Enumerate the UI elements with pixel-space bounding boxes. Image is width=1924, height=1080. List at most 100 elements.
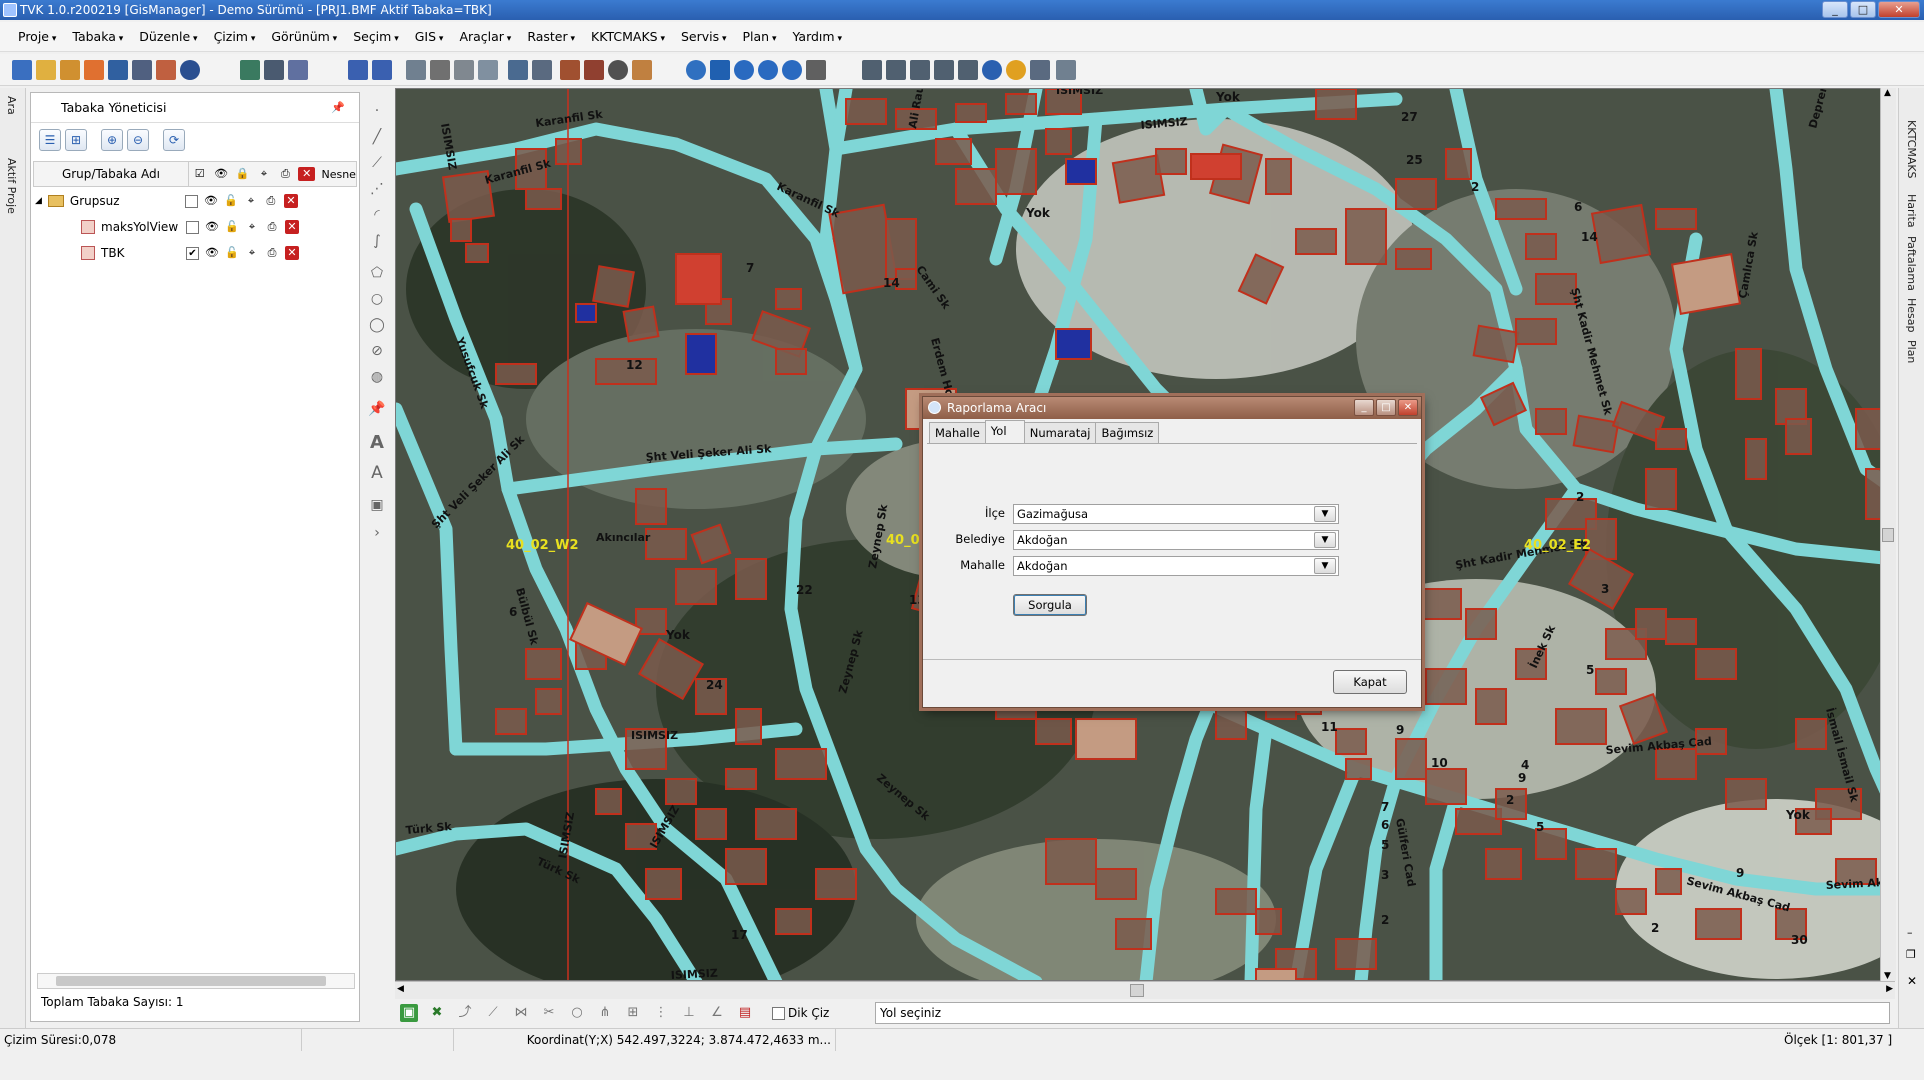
active-project-tab[interactable]: Aktif Proje (5, 158, 18, 214)
snap-mid-icon[interactable] (910, 60, 930, 80)
open-project-icon[interactable] (60, 60, 80, 80)
attribute-icon[interactable] (288, 60, 308, 80)
clipboard-icon[interactable] (478, 60, 498, 80)
text-tool-icon[interactable]: A (368, 434, 386, 452)
kktcmaks-tab[interactable]: KKTCMAKS (1905, 120, 1918, 179)
table-icon[interactable] (264, 60, 284, 80)
group-visible-checkbox[interactable] (184, 194, 198, 208)
menu-gis[interactable]: GIS (407, 29, 452, 44)
tab-numarataj[interactable]: Numarataj (1023, 422, 1097, 443)
map-hscrollbar[interactable]: ◀ ▶ (395, 981, 1895, 999)
expand-tree-icon[interactable]: ⊞ (65, 129, 87, 151)
polygon-tool-icon[interactable]: ⬠ (368, 264, 386, 282)
dialog-close-button[interactable]: ✕ (1398, 399, 1418, 416)
copy-move-icon[interactable] (584, 60, 604, 80)
add-layer-icon[interactable]: ⊕ (101, 129, 123, 151)
scroll-down-icon[interactable]: ▼ (1884, 971, 1891, 981)
tree-row-tbk[interactable]: TBK ✔ 👁 🔓 ⌖ ⎙ ✕ (81, 241, 302, 265)
dock-restore-icon[interactable]: ❐ (1906, 948, 1916, 961)
tbk-delete-icon[interactable]: ✕ (285, 246, 299, 260)
group-snap-icon[interactable]: ⌖ (244, 194, 258, 208)
tbk-visible-checkbox[interactable]: ✔ (186, 246, 199, 260)
scroll-right-icon[interactable]: ▶ (1886, 984, 1893, 994)
print-icon[interactable] (156, 60, 176, 80)
zoom-out-icon[interactable] (758, 60, 778, 80)
more-tools-icon[interactable]: › (368, 524, 386, 542)
offset-icon[interactable]: ⋈ (512, 1004, 530, 1022)
circle-tool-icon[interactable]: ○ (368, 290, 386, 308)
save-icon[interactable] (108, 60, 128, 80)
copy-icon[interactable] (406, 60, 426, 80)
menu-raster[interactable]: Raster (519, 29, 583, 44)
dik-ciz-option[interactable]: Dik Çiz (769, 1006, 829, 1020)
scroll-thumb[interactable] (56, 976, 326, 986)
maksyolview-visible-checkbox[interactable] (186, 220, 199, 234)
tbk-snap-icon[interactable]: ⌖ (245, 246, 259, 260)
circle2-tool-icon[interactable]: ◯ (368, 316, 386, 334)
tbk-print-icon[interactable]: ⎙ (265, 246, 279, 260)
open-folder-icon[interactable] (36, 60, 56, 80)
maksyolview-print-icon[interactable]: ⎙ (265, 220, 279, 234)
pin-icon[interactable]: 📌 (331, 93, 345, 123)
curve-tool-icon[interactable]: ∫ (368, 232, 386, 250)
scroll-up-icon[interactable]: ▲ (1884, 88, 1891, 98)
plan-tab[interactable]: Plan (1905, 340, 1918, 363)
line-tool-icon[interactable]: ╱ (368, 128, 386, 146)
info-icon[interactable] (1006, 60, 1026, 80)
filter-icon[interactable] (1056, 60, 1076, 80)
tree-row-maksyolview[interactable]: maksYolView 👁 🔓 ⌖ ⎙ ✕ (81, 215, 302, 239)
undo-icon[interactable] (348, 60, 368, 80)
hscroll-thumb[interactable] (1130, 984, 1144, 997)
snap-near-icon[interactable] (934, 60, 954, 80)
dialog-title-bar[interactable]: Raporlama Aracı _ □ ✕ (923, 397, 1421, 419)
collapse-icon[interactable]: ◢ (35, 196, 42, 206)
menu-kktcmaks[interactable]: KKTCMAKS (583, 29, 673, 44)
help-icon[interactable] (982, 60, 1002, 80)
zoom-in-icon[interactable] (734, 60, 754, 80)
settings-icon[interactable] (1030, 60, 1050, 80)
power-icon[interactable] (180, 60, 200, 80)
pan-all-icon[interactable] (710, 60, 730, 80)
circle3-tool-icon[interactable]: ◍ (368, 368, 386, 386)
paste-icon[interactable] (454, 60, 474, 80)
vscroll-thumb[interactable] (1882, 528, 1894, 542)
tab-yol[interactable]: Yol (984, 420, 1025, 443)
hesap-tab[interactable]: Hesap (1905, 298, 1918, 333)
angle-icon[interactable]: ∠ (708, 1004, 726, 1022)
paftalama-tab[interactable]: Paftalama (1905, 236, 1918, 291)
ilce-select[interactable]: Gazimağusa ▼ (1013, 504, 1339, 524)
remove-layer-icon[interactable]: ⊖ (127, 129, 149, 151)
image-tool-icon[interactable]: ▣ (368, 496, 386, 514)
snap-icon[interactable] (862, 60, 882, 80)
ellipse-tool-icon[interactable]: ⊘ (368, 342, 386, 360)
perp-icon[interactable]: ⊥ (680, 1004, 698, 1022)
snap-end-icon[interactable] (886, 60, 906, 80)
tree-view-icon[interactable]: ☰ (39, 129, 61, 151)
chevron-down-icon[interactable]: ▼ (1314, 532, 1336, 548)
menu-cizim[interactable]: Çizim (206, 29, 264, 44)
move-icon[interactable] (560, 60, 580, 80)
close-button[interactable]: ✕ (1878, 1, 1920, 18)
redo-icon[interactable] (372, 60, 392, 80)
confirm-icon[interactable]: ▣ (400, 1004, 418, 1022)
import-icon[interactable] (84, 60, 104, 80)
group-print-icon[interactable]: ⎙ (264, 194, 278, 208)
tab-mahalle[interactable]: Mahalle (929, 422, 986, 443)
new-file-icon[interactable] (12, 60, 32, 80)
tree-row-group[interactable]: ◢ Grupsuz 👁 🔓 ⌖ ⎙ ✕ (35, 189, 301, 213)
dialog-close-action-button[interactable]: Kapat (1333, 670, 1407, 694)
belediye-select[interactable]: Akdoğan ▼ (1013, 530, 1339, 550)
menu-duzenle[interactable]: Düzenle (131, 29, 205, 44)
maksyolview-snap-icon[interactable]: ⌖ (245, 220, 259, 234)
point-tool-icon[interactable]: · (368, 102, 386, 120)
map-vscrollbar[interactable]: ▲ ▼ (1880, 88, 1896, 981)
split-icon[interactable]: ⋔ (596, 1004, 614, 1022)
mirror-icon[interactable]: ⋮ (652, 1004, 670, 1022)
minimize-button[interactable]: _ (1822, 1, 1848, 18)
menu-gorunum[interactable]: Görünüm (263, 29, 345, 44)
grid-icon[interactable]: ⊞ (624, 1004, 642, 1022)
group-eye-icon[interactable]: 👁 (204, 194, 218, 208)
circle-icon[interactable]: ○ (568, 1004, 586, 1022)
maximize-button[interactable]: □ (1850, 1, 1876, 18)
harita-tab[interactable]: Harita (1905, 194, 1918, 228)
